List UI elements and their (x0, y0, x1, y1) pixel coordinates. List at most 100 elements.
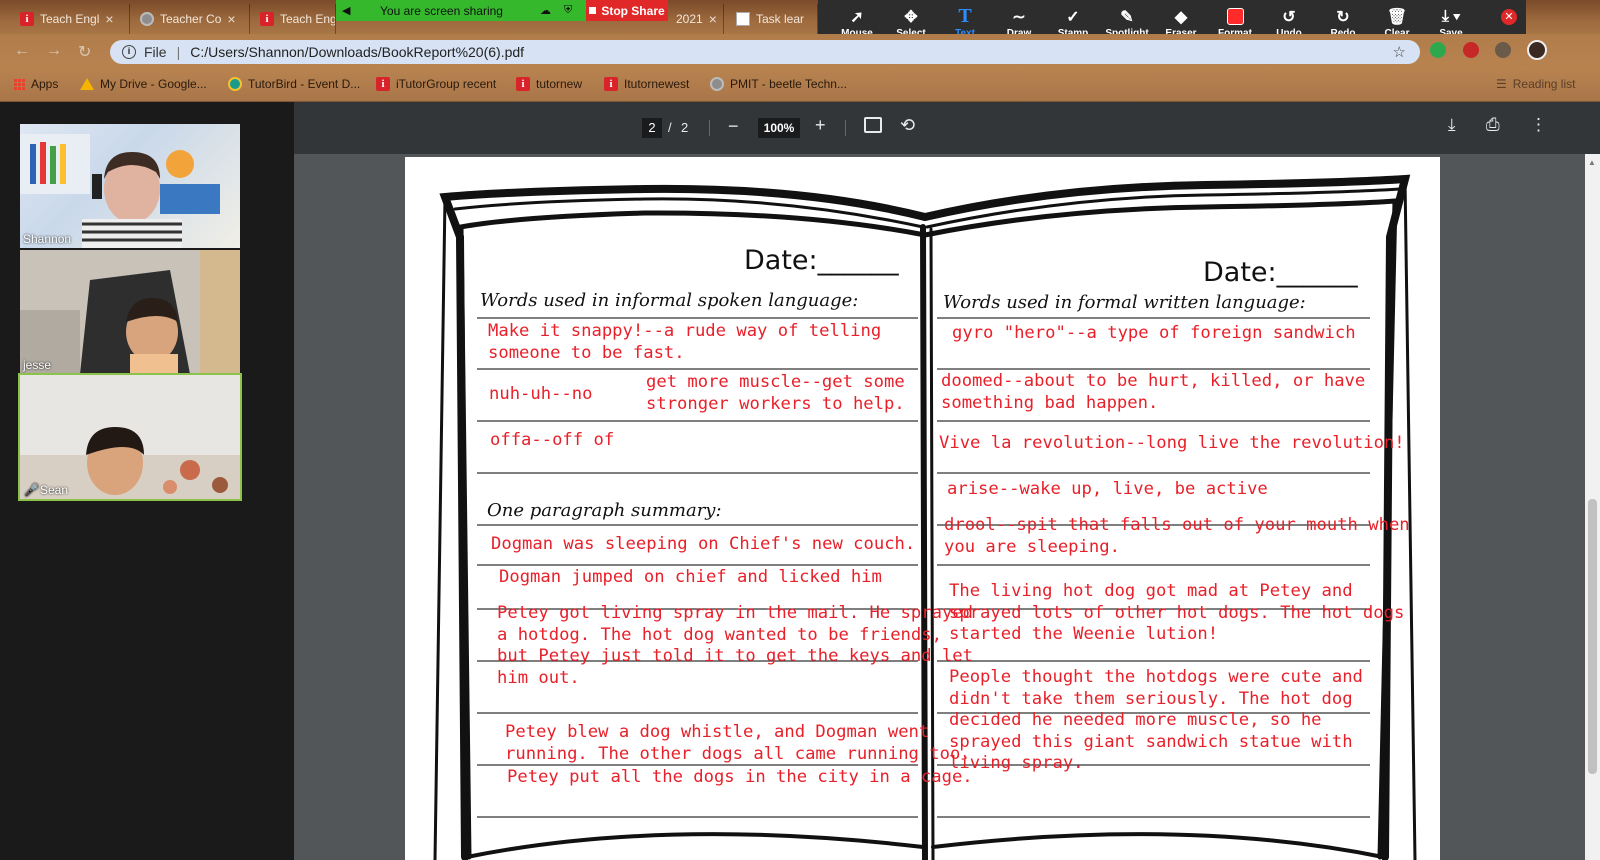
globe-icon (710, 77, 724, 91)
url-separator: | (176, 44, 181, 60)
extension-puzzle-icon[interactable] (1495, 42, 1511, 58)
participant-video[interactable]: jesse (20, 250, 240, 374)
informal-entry: get more muscle--get some stronger worke… (646, 372, 905, 414)
reload-icon[interactable]: ↻ (78, 42, 91, 62)
summary-sentence: Petey put all the dogs in the city in a … (507, 767, 973, 787)
zoom-out-icon[interactable]: − (728, 116, 739, 137)
bookmark-tutorbird[interactable]: TutorBird - Event D... (228, 77, 360, 91)
itutor-icon: i (516, 77, 530, 91)
toolbar-divider (709, 120, 710, 136)
pdf-viewer: Date:______ Date:______ Words used in in… (294, 154, 1600, 860)
summary-sentence: Dogman was sleeping on Chief's new couch… (491, 534, 916, 554)
toolbar-divider (845, 120, 846, 136)
back-arrow-icon[interactable]: ← (14, 42, 30, 60)
bookmark-pmit[interactable]: PMIT - beetle Techn... (710, 77, 847, 91)
task-icon (736, 12, 750, 26)
sharing-status-text: You are screen sharing (380, 3, 503, 18)
cloud-icon: ☁ (540, 5, 551, 17)
bookmark-itutornewest[interactable]: i Itutornewest (604, 77, 689, 91)
participant-video[interactable]: Shannon (20, 124, 240, 248)
pdf-page: Date:______ Date:______ Words used in in… (405, 157, 1440, 860)
spotlight-icon: ✎ (1120, 8, 1134, 26)
zoom-in-icon[interactable]: + (815, 115, 826, 136)
bookmark-itutorgroup[interactable]: i iTutorGroup recent (376, 77, 496, 91)
address-bar-row: ← → ↻ i File | C:/Users/Shannon/Download… (0, 34, 1600, 68)
more-options-icon[interactable]: ⋮ (1530, 115, 1547, 135)
itutor-icon: i (20, 12, 34, 26)
video-frame-shannon (20, 134, 220, 248)
extension-icon[interactable] (1430, 42, 1446, 58)
info-icon[interactable]: i (122, 45, 136, 59)
close-icon[interactable]: × (227, 11, 235, 27)
browser-tab[interactable]: i Teach Engl × (12, 4, 130, 34)
forward-arrow-icon[interactable]: → (46, 42, 62, 60)
pdf-toolbar: 2 / 2 − 100% + ⟲ ⤓ ⎙ ⋮ (294, 102, 1600, 154)
fit-page-icon[interactable] (864, 117, 882, 133)
reading-list[interactable]: ☰ Reading list (1496, 77, 1575, 91)
download-icon[interactable]: ⤓ (1448, 115, 1456, 135)
avatar[interactable] (1527, 40, 1547, 60)
browser-tab[interactable]: i Teach Eng (252, 4, 336, 34)
participant-name: Shannon (23, 232, 72, 246)
zoom-level-input[interactable]: 100% (758, 118, 800, 138)
browser-tab[interactable]: 2021 × (668, 4, 724, 34)
scrollbar-thumb[interactable] (1588, 499, 1597, 774)
bookmark-label: My Drive - Google... (100, 77, 207, 91)
total-pages: 2 (681, 120, 689, 135)
reading-list-icon: ☰ (1496, 77, 1507, 91)
ublock-icon[interactable] (1463, 42, 1479, 58)
itutor-icon: i (260, 12, 274, 26)
summary-sentence: The living hot dog got mad at Petey and … (949, 581, 1405, 644)
eraser-icon: ◆ (1174, 8, 1188, 26)
participant-video[interactable]: 🎤 Sean (18, 373, 242, 501)
shield-icon: ⛨ (564, 4, 573, 16)
draw-icon: ∼ (1012, 8, 1026, 26)
mouse-pointer-icon: ➚ (850, 8, 864, 26)
stamp-icon: ✓ (1066, 8, 1080, 26)
summary-sentence: People thought the hotdogs were cute and… (949, 667, 1363, 773)
format-color-icon (1226, 6, 1244, 28)
bookmark-drive[interactable]: My Drive - Google... (80, 77, 207, 91)
share-status-icon: ◀ (342, 5, 351, 17)
text-icon: T (958, 5, 972, 27)
browser-tab[interactable]: Teacher Co × (132, 4, 250, 34)
tutorbird-icon (228, 77, 242, 91)
close-icon[interactable]: × (709, 11, 717, 27)
print-icon[interactable]: ⎙ (1486, 115, 1500, 135)
informal-entry: offa--off of (490, 430, 615, 450)
move-icon: ✥ (904, 8, 918, 26)
video-frame-jesse (20, 250, 240, 374)
bookmark-label: TutorBird - Event D... (248, 77, 361, 91)
informal-heading: Words used in informal spoken language: (480, 290, 859, 311)
bookmark-label: iTutorGroup recent (396, 77, 497, 91)
vertical-scrollbar[interactable]: ▲ (1585, 154, 1600, 860)
summary-sentence: Petey blew a dog whistle, and Dogman wen… (505, 722, 971, 764)
bookmark-label: PMIT - beetle Techn... (730, 77, 847, 91)
scroll-up-icon[interactable]: ▲ (1588, 158, 1596, 167)
itutor-icon: i (376, 77, 390, 91)
redo-icon: ↻ (1336, 8, 1350, 26)
itutor-icon: i (604, 77, 618, 91)
page-number-input[interactable]: 2 (642, 118, 662, 138)
browser-tab[interactable]: Task lear (728, 4, 818, 34)
informal-entry: nuh-uh--no (489, 384, 593, 404)
url-scheme-label: File (144, 44, 167, 60)
bookmark-apps[interactable]: Apps (14, 77, 58, 91)
url-bar[interactable]: i File | C:/Users/Shannon/Downloads/Book… (110, 40, 1420, 64)
tab-title: Task lear (756, 12, 805, 26)
formal-entry: Vive la revolution--long live the revolu… (939, 433, 1405, 453)
reading-list-label: Reading list (1512, 77, 1576, 91)
tab-title: Teach Engl (40, 12, 100, 26)
summary-heading: One paragraph summary: (487, 500, 722, 521)
stop-share-button[interactable]: Stop Share (586, 0, 668, 21)
muted-mic-icon: 🎤 (24, 483, 39, 497)
rotate-icon[interactable]: ⟲ (900, 115, 915, 136)
close-icon[interactable]: × (105, 11, 113, 27)
star-icon[interactable]: ☆ (1393, 43, 1406, 61)
close-annotation-icon[interactable]: ✕ (1501, 9, 1517, 25)
bookmark-tutornew[interactable]: i tutornew (516, 77, 582, 91)
tab-title: Teach Eng (280, 12, 336, 26)
participant-name: jesse (23, 358, 52, 372)
bookmark-label: Apps (31, 77, 59, 91)
date-label: Date:______ (1203, 257, 1358, 288)
